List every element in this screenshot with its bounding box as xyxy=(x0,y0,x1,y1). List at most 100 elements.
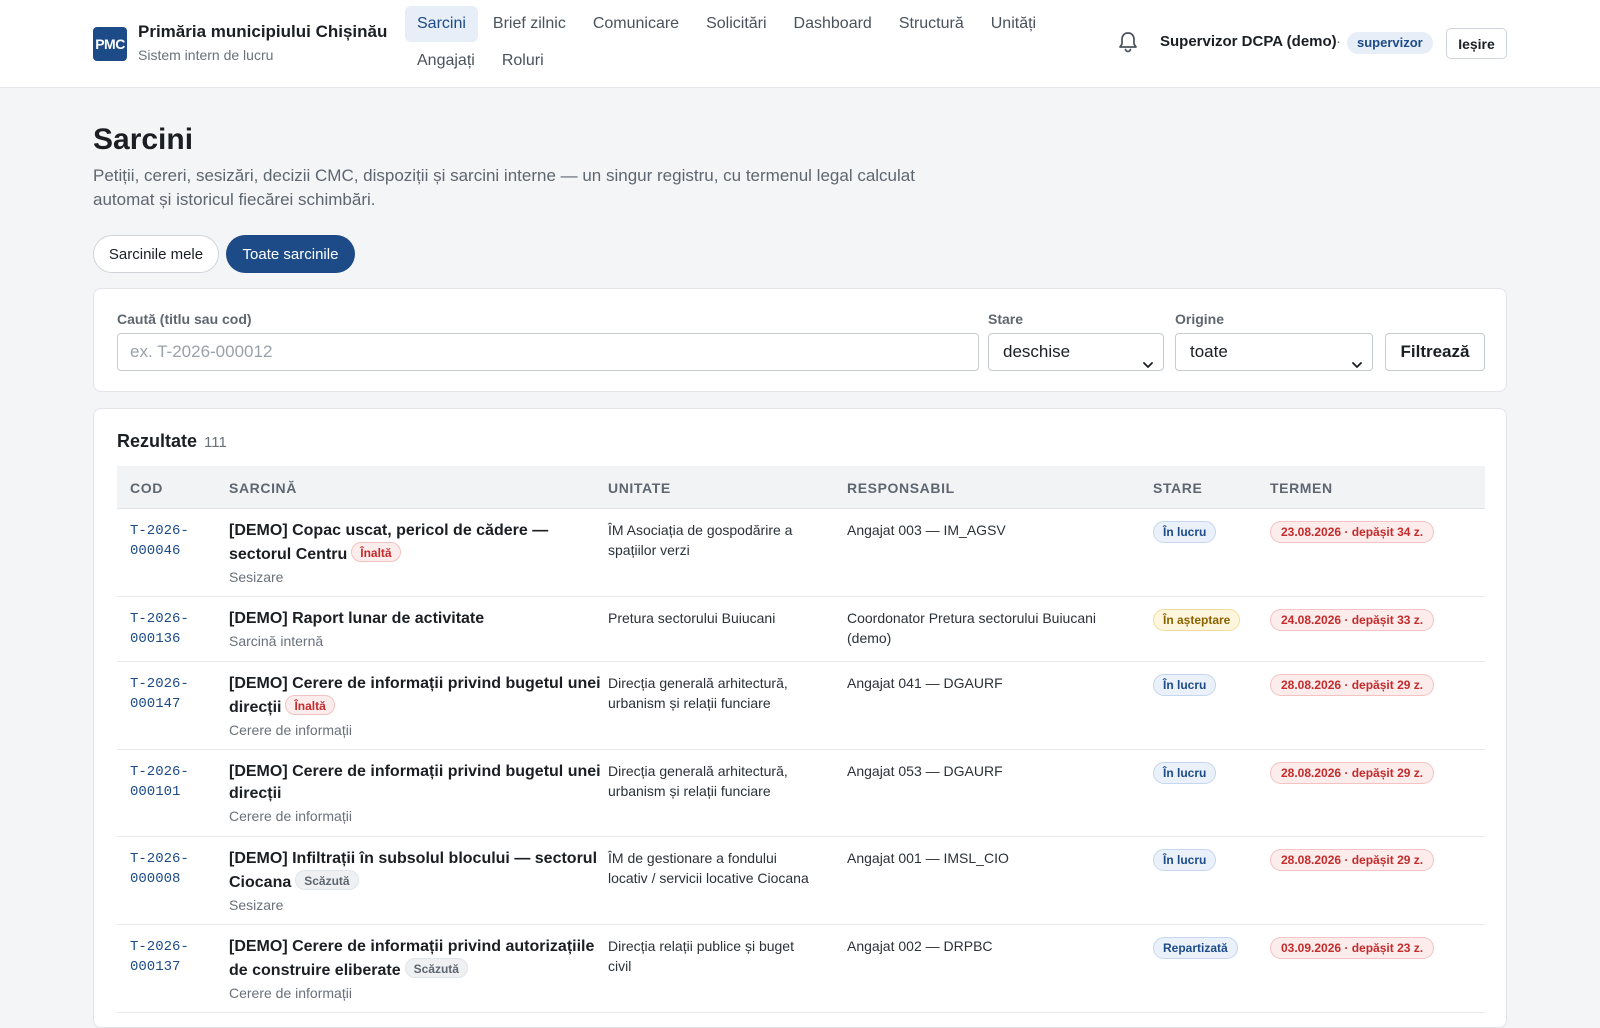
column-header-stare[interactable]: STARE xyxy=(1153,480,1202,496)
chevron-down-icon xyxy=(1352,347,1362,368)
nav-item-brief-zilnic[interactable]: Brief zilnic xyxy=(481,6,578,42)
table-row[interactable]: T-2026- 000147 [DEMO] Cerere de informaț… xyxy=(117,662,1485,750)
deadline-cell: 28.08.2026 · depășit 29 z. xyxy=(1270,674,1435,696)
task-unit: ÎM de gestionare a fondului locativ / se… xyxy=(608,850,809,886)
task-type: Cerere de informații xyxy=(229,985,352,1001)
search-input[interactable] xyxy=(117,333,979,371)
deadline-badge: 28.08.2026 · depășit 29 z. xyxy=(1270,674,1435,696)
task-code[interactable]: T-2026- 000046 xyxy=(130,521,210,561)
task-responsible: Angajat 053 — DGAURF xyxy=(847,763,1003,779)
table-row[interactable]: T-2026- 000008 [DEMO] Infiltrații în sub… xyxy=(117,837,1485,925)
search-label: Caută (titlu sau cod) xyxy=(117,311,252,327)
task-type: Cerere de informații xyxy=(229,808,352,824)
nav-item-dashboard[interactable]: Dashboard xyxy=(782,6,884,42)
bell-icon[interactable] xyxy=(1117,30,1139,54)
task-title[interactable]: [DEMO] Infiltrații în subsolul blocului … xyxy=(229,850,597,891)
user-separator: · xyxy=(1336,33,1341,50)
origin-select-value: toate xyxy=(1190,342,1228,361)
task-unit: Direcția relații publice și buget civil xyxy=(608,938,794,974)
task-type: Sesizare xyxy=(229,897,284,913)
task-code[interactable]: T-2026- 000147 xyxy=(130,674,210,714)
filter-submit-button[interactable]: Filtrează xyxy=(1385,333,1485,371)
results-count: 111 xyxy=(204,434,227,451)
task-title[interactable]: [DEMO] Raport lunar de activitate xyxy=(229,608,601,630)
column-header-cod[interactable]: COD xyxy=(130,480,163,496)
task-responsible: Coordonator Pretura sectorului Buiucani … xyxy=(847,610,1097,646)
task-code[interactable]: T-2026- 000101 xyxy=(130,762,210,802)
chevron-down-icon xyxy=(1143,347,1153,368)
status-badge: În lucru xyxy=(1153,849,1217,871)
state-cell: În așteptare xyxy=(1153,609,1241,631)
app-title: Primăria municipiului Chișinău xyxy=(138,22,388,41)
task-unit: ÎM Asociația de gospodărire a spațiilor … xyxy=(608,522,793,558)
top-navigation-bar: PMC Primăria municipiului Chișinău Siste… xyxy=(0,0,1600,88)
state-cell: În lucru xyxy=(1153,762,1217,784)
task-code[interactable]: T-2026- 000136 xyxy=(130,609,210,649)
task-unit: Direcția generală arhitectură, urbanism … xyxy=(608,675,788,711)
deadline-badge: 24.08.2026 · depășit 33 z. xyxy=(1270,609,1435,631)
task-type: Sesizare xyxy=(229,569,284,585)
state-select[interactable]: deschise xyxy=(988,333,1164,371)
task-title[interactable]: [DEMO] Cerere de informații privind buge… xyxy=(229,675,601,716)
table-row[interactable]: T-2026- 000101 [DEMO] Cerere de informaț… xyxy=(117,750,1485,837)
nav-item-structura[interactable]: Structură xyxy=(887,6,976,42)
task-responsible: Angajat 001 — IMSL_CIO xyxy=(847,850,1009,866)
logout-button[interactable]: Ieșire xyxy=(1446,28,1507,59)
all-tasks-toggle[interactable]: Toate sarcinile xyxy=(226,235,355,273)
task-type: Sarcină internă xyxy=(229,633,324,649)
nav-item-sarcini[interactable]: Sarcini xyxy=(405,6,478,42)
task-title[interactable]: [DEMO] Cerere de informații privind buge… xyxy=(229,761,601,805)
deadline-cell: 24.08.2026 · depășit 33 z. xyxy=(1270,609,1435,631)
task-cell: [DEMO] Cerere de informații privind buge… xyxy=(229,761,601,826)
task-responsible: Angajat 002 — DRPBC xyxy=(847,938,993,954)
my-tasks-toggle[interactable]: Sarcinile mele xyxy=(93,235,219,273)
table-row[interactable]: T-2026- 000046 [DEMO] Copac uscat, peric… xyxy=(117,509,1485,597)
status-badge: În lucru xyxy=(1153,521,1217,543)
role-badge: supervizor xyxy=(1347,32,1433,54)
task-title-line: [DEMO] Cerere de informații privind buge… xyxy=(229,673,601,719)
state-cell: În lucru xyxy=(1153,849,1217,871)
task-cell: [DEMO] Raport lunar de activitate Sarcin… xyxy=(229,608,601,651)
table-row[interactable]: T-2026- 000136 [DEMO] Raport lunar de ac… xyxy=(117,597,1485,662)
state-filter-label: Stare xyxy=(988,311,1024,327)
priority-badge: Înaltă xyxy=(351,542,401,562)
nav-item-roluri[interactable]: Roluri xyxy=(490,43,556,79)
column-header-responsabil[interactable]: RESPONSABIL xyxy=(847,480,955,496)
task-title-line: [DEMO] Copac uscat, pericol de cădere — … xyxy=(229,520,601,566)
column-header-termen[interactable]: TERMEN xyxy=(1270,480,1333,496)
task-responsible: Angajat 003 — IM_AGSV xyxy=(847,522,1006,538)
column-header-sarcina[interactable]: SARCINĂ xyxy=(229,480,297,496)
nav-item-angajati[interactable]: Angajați xyxy=(405,43,487,79)
priority-badge: Scăzută xyxy=(404,958,468,978)
deadline-badge: 23.08.2026 · depășit 34 z. xyxy=(1270,521,1435,543)
table-header: COD SARCINĂ UNITATE RESPONSABIL STARE TE… xyxy=(117,466,1485,509)
task-cell: [DEMO] Cerere de informații privind auto… xyxy=(229,936,601,1003)
main-nav: Sarcini Brief zilnic Comunicare Solicită… xyxy=(405,6,1065,80)
priority-badge: Scăzută xyxy=(295,870,359,890)
status-badge: Repartizată xyxy=(1153,937,1238,959)
task-code[interactable]: T-2026- 000008 xyxy=(130,849,210,889)
state-cell: Repartizată xyxy=(1153,937,1238,959)
task-code[interactable]: T-2026- 000137 xyxy=(130,937,210,977)
state-cell: În lucru xyxy=(1153,521,1217,543)
status-badge: În așteptare xyxy=(1153,609,1241,631)
deadline-cell: 03.09.2026 · depășit 23 z. xyxy=(1270,937,1435,959)
page-title: Sarcini xyxy=(93,123,194,156)
task-title-line: [DEMO] Cerere de informații privind auto… xyxy=(229,936,601,982)
nav-item-comunicare[interactable]: Comunicare xyxy=(581,6,691,42)
results-title: Rezultate xyxy=(117,431,198,451)
brand-logo: PMC xyxy=(93,27,127,61)
brand[interactable]: PMC Primăria municipiului Chișinău Siste… xyxy=(93,21,387,65)
state-cell: În lucru xyxy=(1153,674,1217,696)
filter-panel: Caută (titlu sau cod) Stare deschise Ori… xyxy=(93,288,1507,392)
task-cell: [DEMO] Cerere de informații privind buge… xyxy=(229,673,601,740)
origin-select[interactable]: toate xyxy=(1175,333,1373,371)
nav-item-unitati[interactable]: Unități xyxy=(979,6,1048,42)
status-badge: În lucru xyxy=(1153,762,1217,784)
column-header-unitate[interactable]: UNITATE xyxy=(608,480,671,496)
nav-item-solicitari[interactable]: Solicitări xyxy=(694,6,778,42)
origin-filter-label: Origine xyxy=(1175,311,1225,327)
task-cell: [DEMO] Copac uscat, pericol de cădere — … xyxy=(229,520,601,587)
deadline-cell: 28.08.2026 · depășit 29 z. xyxy=(1270,762,1435,784)
deadline-badge: 03.09.2026 · depășit 23 z. xyxy=(1270,937,1435,959)
